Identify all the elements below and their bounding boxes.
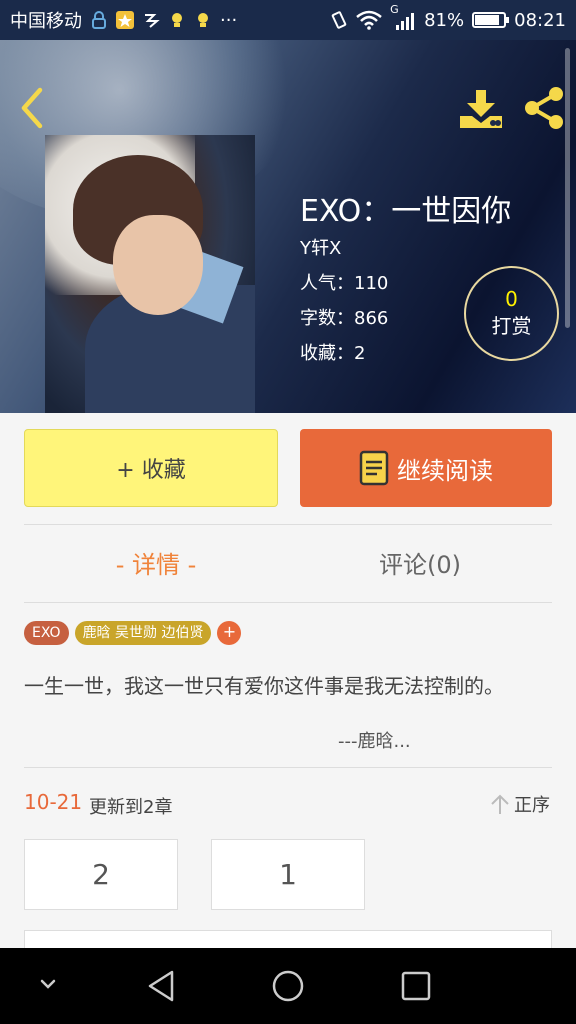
nav-recent-apps-icon[interactable] [398,968,434,1004]
carrier-label: 中国移动 [10,11,82,32]
sort-order-button[interactable]: 正序 [490,791,550,817]
chapter-button[interactable]: 1 [211,839,365,910]
add-tag-button[interactable]: + [217,621,242,645]
update-status: 更新到2章 [89,797,173,818]
continue-reading-button[interactable]: 继续阅读 [300,429,552,507]
tab-detail[interactable]: - 详情 - [24,545,288,580]
clock: 08:21 [514,9,566,31]
share-icon[interactable] [522,86,566,130]
notification-bulb-icon [172,13,182,27]
sort-order-label: 正序 [514,795,550,816]
hide-nav-icon[interactable] [36,972,60,996]
tag-item[interactable]: 鹿晗 吴世勋 边伯贤 [74,621,212,645]
chapter-button[interactable]: 2 [24,839,178,910]
next-section-card [24,930,552,950]
battery-percent: 81% [424,9,465,31]
nav-home-icon[interactable] [268,966,308,1006]
header-scrollbar [565,48,570,328]
tip-count: 0 [505,286,518,311]
book-description: 一生一世，我这一世只有爱你这件事是我无法控制的。 [24,674,504,698]
tab-comments[interactable]: 评论(0) [288,545,552,580]
battery-fill [475,15,500,25]
book-header: EXO：一世因你 Y轩X 人气：110 字数：866 收藏：2 0 打赏 [0,40,576,413]
divider [24,767,552,768]
book-icon [359,450,389,486]
favorites-stat: 收藏：2 [300,343,366,364]
collect-button-label: + 收藏 [116,458,186,483]
wifi-icon [356,10,382,30]
tip-button[interactable]: 0 打赏 [464,266,559,361]
description-signature: ---鹿晗... [338,731,411,752]
divider [24,602,552,603]
popularity-stat: 人气：110 [300,273,389,294]
up-arrow-icon [491,794,509,814]
book-title: EXO：一世因你 [300,194,512,229]
signal-indicator: G [390,3,416,31]
download-icon[interactable] [458,88,504,130]
tip-label: 打赏 [491,313,532,338]
nav-back-icon[interactable] [142,966,182,1006]
notification-star-icon [116,11,134,29]
system-nav-bar [0,948,576,1024]
divider [24,524,552,525]
status-bar: 中国移动 ··· G 81% 08:21 [0,0,576,40]
notification-bulb-icon-2 [198,13,208,27]
tag-item[interactable]: EXO [24,621,69,645]
notification-lock-icon [92,11,106,29]
more-notifications-dots: ··· [220,9,238,31]
continue-reading-label: 继续阅读 [397,456,493,485]
collect-button[interactable]: + 收藏 [24,429,278,507]
signal-icon [396,13,415,30]
vibrate-icon [331,11,347,29]
word-count-stat: 字数：866 [300,308,389,329]
update-date: 10-21 [24,790,83,814]
book-cover-image[interactable] [45,135,255,413]
battery-icon [472,12,510,28]
notification-app-icon [145,14,160,28]
tag-list: EXO 鹿晗 吴世勋 边伯贤 + [24,621,242,645]
back-arrow-icon[interactable] [14,86,50,130]
book-author[interactable]: Y轩X [300,234,341,260]
